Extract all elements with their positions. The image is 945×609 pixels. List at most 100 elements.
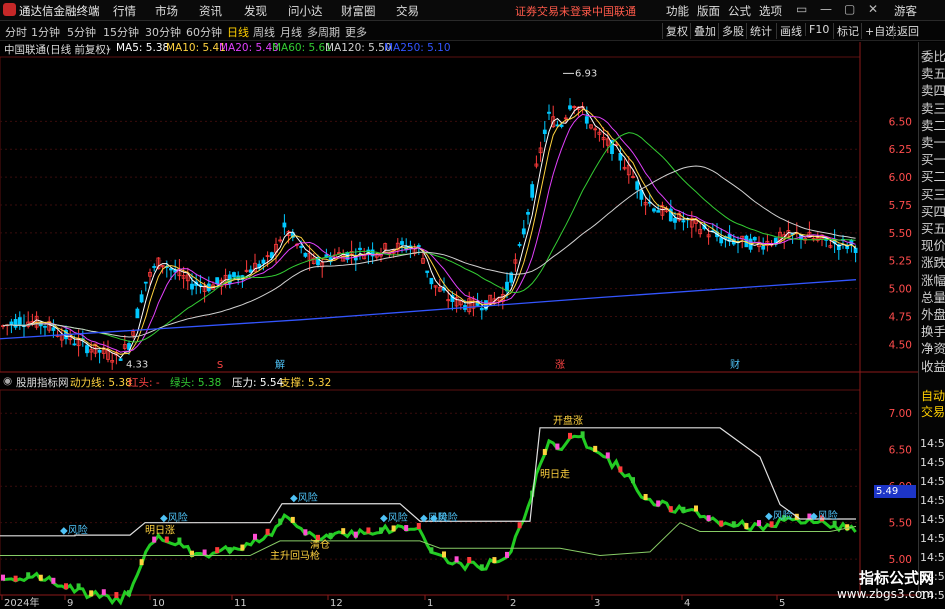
watermark: 指标公式网 www.zbgs3.com — [805, 565, 940, 605]
event-marker: 财 — [730, 358, 740, 371]
candle-body — [232, 272, 236, 278]
candle-body — [425, 270, 430, 273]
sub-y-tick-label: 7.00 — [889, 408, 912, 420]
signal-annotation: ◆风险 — [60, 524, 88, 537]
quote-field-10[interactable]: 买五 — [921, 218, 945, 237]
indicator-bar — [706, 515, 711, 522]
candle-body — [517, 244, 522, 246]
indicator-bar — [127, 590, 131, 597]
quote-field-1[interactable]: 卖五 — [921, 63, 945, 82]
time-tick: 14:56 — [920, 551, 945, 564]
x-tick-label: 1 — [427, 598, 433, 609]
quote-field-12[interactable]: 涨跌 — [921, 252, 945, 271]
quote-field-3[interactable]: 卖三 — [921, 98, 945, 117]
candle-body — [656, 210, 661, 213]
candle-body — [547, 111, 551, 114]
quote-field-6[interactable]: 买一 — [921, 149, 945, 168]
quote-field-4[interactable]: 卖二 — [921, 115, 945, 134]
trade-button[interactable]: 交易 — [921, 403, 945, 420]
quote-field-14[interactable]: 总量 — [921, 287, 945, 306]
indicator-bar — [605, 452, 610, 459]
quote-field-7[interactable]: 买二 — [921, 166, 945, 185]
candle-body — [353, 257, 358, 261]
quote-field-0[interactable]: 委比 — [921, 46, 945, 65]
x-tick-label: 5 — [779, 598, 785, 609]
quote-field-9[interactable]: 买四 — [921, 201, 945, 220]
indicator-bar — [353, 531, 358, 538]
indicator-bar — [379, 527, 383, 534]
candle-body — [17, 317, 22, 325]
indicator-bar — [744, 523, 749, 530]
y-tick-label: 5.25 — [889, 256, 912, 268]
indicator-bar — [643, 493, 648, 500]
indicator-bar — [505, 551, 509, 558]
time-tick: 14:56 — [920, 513, 945, 526]
candle-body — [143, 281, 148, 284]
y-tick-label: 5.50 — [889, 228, 912, 240]
sub-y-tick-label: 6.50 — [889, 445, 912, 457]
candle-body — [51, 327, 56, 331]
candle-body — [358, 247, 362, 250]
signal-annotation: ◆风险 — [160, 511, 188, 524]
indicator-bar — [757, 520, 761, 527]
moving-average-lines — [0, 106, 857, 359]
indicator-bar — [328, 532, 333, 539]
candle-body — [13, 319, 18, 328]
ma-line-4 — [2, 165, 856, 338]
candle-body — [681, 220, 686, 223]
time-tick: 14:56 — [920, 456, 945, 469]
quote-field-5[interactable]: 卖一 — [921, 132, 945, 151]
indicator-bar — [215, 547, 220, 554]
candle-body — [85, 345, 89, 354]
indicator-bar — [568, 432, 572, 439]
indicator-bar — [845, 524, 850, 531]
event-marker: 解 — [275, 358, 285, 371]
indicator-bar — [13, 575, 18, 582]
candle-body — [152, 266, 157, 268]
candle-body — [673, 217, 677, 223]
event-marker: 涨 — [555, 359, 565, 371]
indicator-bar — [341, 528, 346, 535]
quote-field-15[interactable]: 外盘 — [921, 304, 945, 323]
indicator-bar — [631, 477, 635, 484]
candle-body — [282, 222, 287, 228]
x-tick-label: 2024年 — [4, 596, 39, 609]
quote-field-11[interactable]: 现价 — [921, 235, 945, 254]
indicator-bar — [618, 466, 623, 473]
candle-body — [479, 307, 484, 311]
watermark-url: www.zbgs3.com — [836, 587, 934, 601]
quote-field-2[interactable]: 卖四 — [921, 80, 945, 99]
quote-field-17[interactable]: 净资 — [921, 338, 945, 357]
candle-body — [542, 129, 547, 134]
signal-annotation: 明日涨 — [145, 525, 175, 537]
indicator-bar — [303, 529, 308, 536]
candle-body — [215, 277, 220, 285]
quote-field-18[interactable]: 收益 — [921, 356, 945, 375]
indicator-bar — [404, 525, 409, 532]
indicator-bar — [139, 559, 144, 566]
y-tick-label: 4.50 — [889, 339, 912, 351]
quote-field-8[interactable]: 买三 — [921, 184, 945, 203]
indicator-bar — [442, 551, 446, 558]
quote-field-16[interactable]: 换手 — [921, 321, 945, 340]
auto-button[interactable]: 自动 — [921, 387, 945, 404]
signal-annotation: ◆风险 — [290, 491, 318, 504]
signal-annotation: ◆风险 — [765, 509, 793, 522]
sub-y-tick-label: 5.50 — [889, 518, 912, 530]
indicator-bar — [668, 506, 673, 513]
y-tick-label: 5.75 — [889, 200, 912, 212]
candle-body — [853, 247, 858, 254]
indicator-bar — [391, 525, 396, 532]
indicator-bar — [101, 589, 106, 596]
indicator-bar — [681, 506, 686, 513]
candle-body — [135, 308, 140, 319]
quote-field-13[interactable]: 涨幅 — [921, 270, 945, 289]
indicator-bar — [202, 549, 207, 556]
indicator-bar — [517, 522, 522, 529]
chart-canvas[interactable]: 6.50 6.25 6.00 5.75 5.50 5.25 5.00 4.75 4.50 7.0… — [0, 0, 945, 609]
indicator-bar — [429, 547, 434, 554]
candle-body — [9, 321, 14, 325]
indicator-bar — [580, 431, 585, 438]
sub-y-axis: 7.006.506.005.505.00 — [0, 408, 912, 566]
signal-annotation: 明日走 — [540, 468, 570, 480]
